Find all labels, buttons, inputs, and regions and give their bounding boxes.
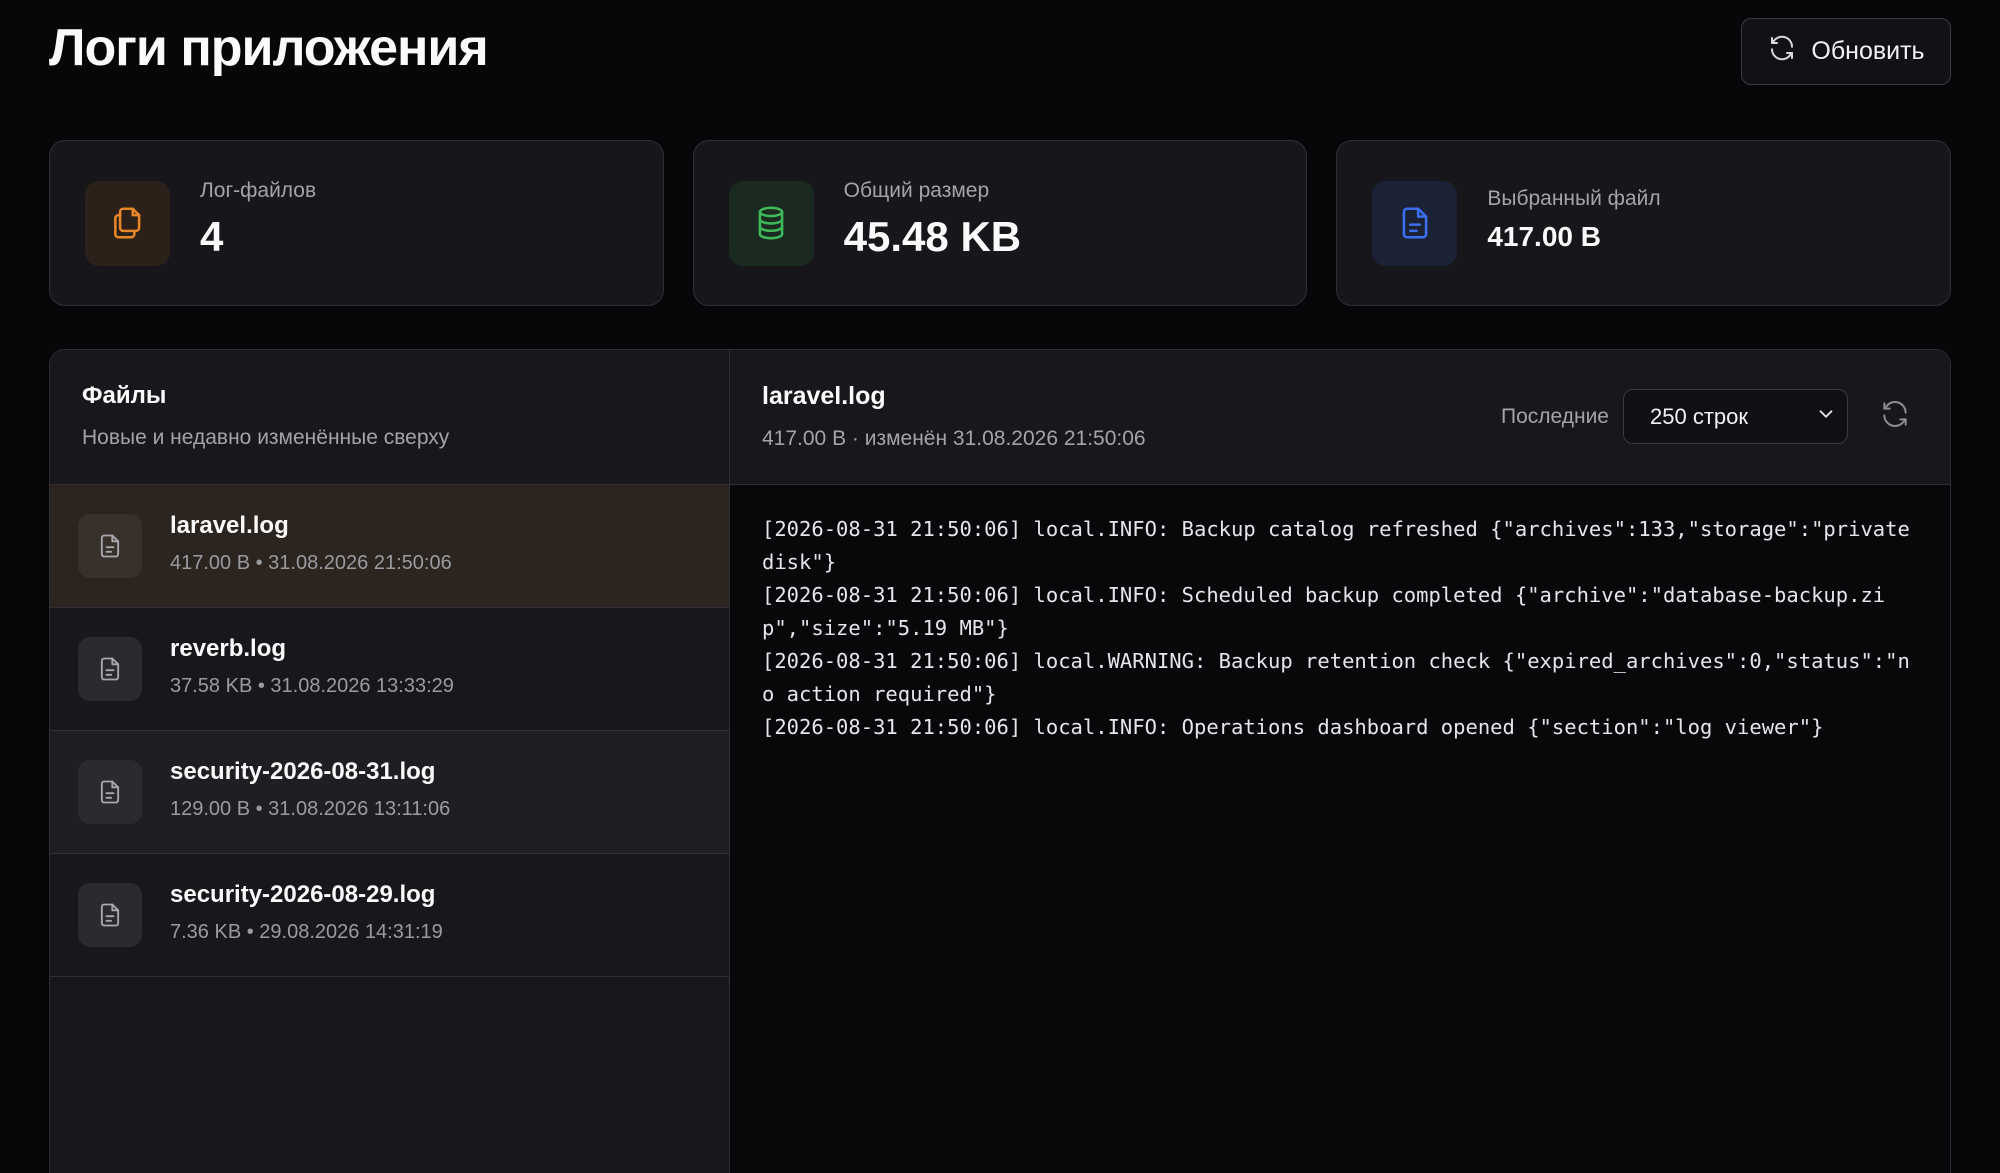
file-icon	[78, 637, 142, 701]
page-title: Логи приложения	[49, 19, 489, 77]
lines-count-value: 250 строк	[1650, 403, 1748, 429]
files-pane-title: Файлы	[82, 382, 167, 409]
viewer-controls: Последние 250 строк	[1501, 389, 1918, 444]
stat-card-total-size: Общий размер 45.48 KB	[692, 140, 1308, 306]
file-item-laravel-log[interactable]: laravel.log 417.00 B • 31.08.2026 21:50:…	[50, 485, 729, 608]
files-icon	[85, 180, 170, 266]
chevron-down-icon	[1815, 403, 1837, 431]
stat-card-selected-file: Выбранный файл 417.00 B	[1336, 140, 1952, 306]
file-text-icon	[1372, 180, 1458, 266]
stats-row: Лог-файлов 4 Общий размер 45.48 KB Выбра…	[49, 140, 1952, 306]
refresh-button-label: Обновить	[1811, 37, 1925, 65]
file-name: laravel.log	[170, 511, 289, 539]
file-info: 417.00 B • 31.08.2026 21:50:06	[170, 551, 452, 574]
file-icon	[78, 883, 142, 947]
refresh-button[interactable]: Обновить	[1741, 18, 1951, 85]
refresh-icon	[1879, 398, 1911, 435]
files-pane-header: Файлы Новые и недавно изменённые сверху	[50, 350, 729, 485]
database-icon	[728, 180, 814, 266]
file-name: security-2026-08-31.log	[170, 757, 436, 785]
stat-card-log-files: Лог-файлов 4	[49, 140, 664, 306]
log-line: [2026-08-31 21:50:06] local.INFO: Backup…	[762, 517, 1923, 574]
file-item-reverb-log[interactable]: reverb.log 37.58 KB • 31.08.2026 13:33:2…	[50, 608, 729, 731]
log-viewer-pane: laravel.log 417.00 B · изменён 31.08.202…	[730, 350, 1950, 1173]
log-line: [2026-08-31 21:50:06] local.INFO: Schedu…	[762, 583, 1886, 640]
log-content: [2026-08-31 21:50:06] local.INFO: Backup…	[730, 485, 1950, 772]
file-icon	[78, 514, 142, 578]
files-pane: Файлы Новые и недавно изменённые сверху …	[50, 350, 730, 1173]
files-pane-subtitle: Новые и недавно изменённые сверху	[82, 426, 450, 449]
file-name: security-2026-08-29.log	[170, 880, 436, 908]
file-info: 129.00 B • 31.08.2026 13:11:06	[170, 797, 451, 820]
stat-label: Выбранный файл	[1487, 187, 1661, 210]
log-line: [2026-08-31 21:50:06] local.WARNING: Bac…	[762, 649, 1910, 706]
file-item-security-2026-08-31-log[interactable]: security-2026-08-31.log 129.00 B • 31.08…	[50, 731, 729, 854]
logs-panel: Файлы Новые и недавно изменённые сверху …	[49, 349, 1951, 1173]
file-icon	[78, 760, 142, 824]
file-item-security-2026-08-29-log[interactable]: security-2026-08-29.log 7.36 KB • 29.08.…	[50, 854, 729, 977]
stat-value: 417.00 B	[1487, 221, 1601, 252]
file-name: reverb.log	[170, 634, 287, 662]
lines-count-label: Последние	[1500, 404, 1609, 428]
stat-label: Лог-файлов	[200, 179, 317, 202]
lines-count-select[interactable]: 250 строк	[1623, 389, 1848, 444]
stat-label: Общий размер	[843, 179, 990, 202]
file-list: laravel.log 417.00 B • 31.08.2026 21:50:…	[50, 485, 729, 1173]
log-line: [2026-08-31 21:50:06] local.INFO: Operat…	[762, 715, 1824, 739]
stat-value: 4	[200, 213, 224, 260]
log-viewer-header: laravel.log 417.00 B · изменён 31.08.202…	[730, 350, 1950, 485]
file-info: 37.58 KB • 31.08.2026 13:33:29	[170, 674, 454, 697]
refresh-icon	[1767, 33, 1797, 70]
file-info: 7.36 KB • 29.08.2026 14:31:19	[170, 920, 443, 943]
log-viewer-page: Логи приложения Обновить Лог-файлов 4 Об…	[0, 0, 2000, 1173]
stat-value: 45.48 KB	[843, 213, 1022, 260]
reload-log-button[interactable]	[1872, 394, 1918, 440]
page-header: Логи приложения Обновить	[49, 0, 1951, 140]
